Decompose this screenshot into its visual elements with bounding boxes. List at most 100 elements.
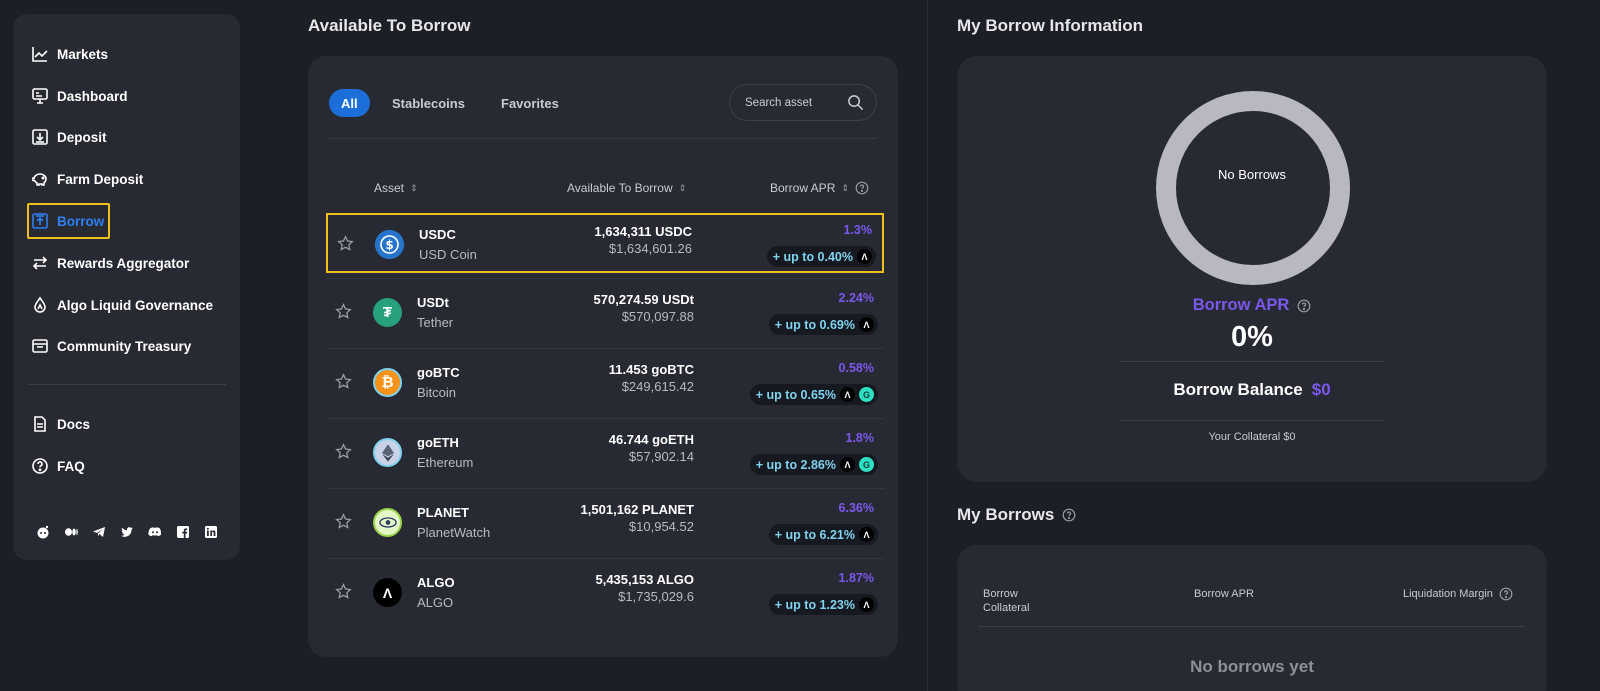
sidebar-item-label: Dashboard bbox=[57, 88, 128, 104]
info-divider bbox=[1120, 361, 1385, 362]
column-header-apr[interactable]: Borrow APR ⇕ bbox=[770, 181, 869, 195]
bitcoin-coin-icon: ₿ bbox=[373, 368, 402, 397]
reddit-icon[interactable] bbox=[35, 524, 50, 539]
my-borrows-divider bbox=[978, 626, 1525, 627]
sidebar-item-label: Rewards Aggregator bbox=[57, 255, 190, 271]
column-header-label: Liquidation Margin bbox=[1403, 588, 1493, 600]
social-links bbox=[35, 524, 218, 539]
boost-text: + up to 1.23% bbox=[774, 597, 855, 612]
deposit-icon bbox=[31, 128, 49, 146]
sidebar-item-label: Markets bbox=[57, 46, 109, 62]
twitter-icon[interactable] bbox=[119, 524, 134, 539]
search-input[interactable]: Search asset bbox=[729, 84, 877, 121]
boost-text: + up to 0.65% bbox=[755, 387, 836, 402]
monitor-icon bbox=[31, 87, 49, 105]
borrow-balance-label: Borrow Balance bbox=[1173, 380, 1303, 399]
table-row[interactable]: $ USDC USD Coin 1,634,311 USDC $1,634,60… bbox=[326, 213, 884, 273]
sort-icon: ⇕ bbox=[410, 182, 418, 193]
help-icon[interactable] bbox=[1062, 508, 1076, 522]
table-row[interactable]: PLANET PlanetWatch 1,501,162 PLANET $10,… bbox=[326, 493, 884, 553]
asset-name: Ethereum bbox=[417, 455, 474, 470]
linkedin-icon[interactable] bbox=[203, 524, 218, 539]
sidebar-item-algo-liquid-governance[interactable]: Algo Liquid Governance bbox=[31, 293, 213, 317]
table-row[interactable]: ₮ USDt Tether 570,274.59 USDt $570,097.8… bbox=[326, 283, 884, 343]
sidebar-item-farm-deposit[interactable]: Farm Deposit bbox=[31, 167, 143, 191]
help-icon[interactable] bbox=[1499, 587, 1513, 601]
borrow-apr: 1.3% bbox=[843, 223, 873, 237]
planetwatch-coin-icon bbox=[373, 508, 402, 537]
available-usd: $249,615.42 bbox=[621, 379, 694, 394]
available-amount: 1,501,162 PLANET bbox=[580, 502, 694, 517]
asset-name: Bitcoin bbox=[417, 385, 457, 400]
star-icon[interactable] bbox=[335, 303, 352, 320]
boost-text: + up to 6.21% bbox=[774, 527, 855, 542]
asset-symbol: USDt bbox=[417, 295, 449, 310]
star-icon[interactable] bbox=[335, 513, 352, 530]
column-header-label: Asset bbox=[374, 181, 405, 195]
available-title: Available To Borrow bbox=[308, 16, 471, 35]
borrow-apr: 1.87% bbox=[838, 571, 874, 585]
row-divider bbox=[326, 558, 884, 559]
reward-boost-badge: + up to 0.40% Λ bbox=[766, 246, 876, 267]
algo-coin-icon: Λ bbox=[373, 578, 402, 607]
column-header-asset[interactable]: Asset ⇕ bbox=[374, 181, 418, 195]
sidebar-item-dashboard[interactable]: Dashboard bbox=[31, 84, 128, 108]
sidebar-item-borrow[interactable]: Borrow bbox=[31, 209, 104, 233]
sidebar-item-community-treasury[interactable]: Community Treasury bbox=[31, 334, 191, 358]
tab-stablecoins[interactable]: Stablecoins bbox=[392, 89, 465, 117]
sidebar-item-deposit[interactable]: Deposit bbox=[31, 125, 107, 149]
facebook-icon[interactable] bbox=[175, 524, 190, 539]
tab-all[interactable]: All bbox=[329, 89, 370, 117]
search-icon bbox=[848, 95, 864, 111]
sidebar-item-docs[interactable]: Docs bbox=[31, 412, 90, 436]
search-placeholder: Search asset bbox=[745, 96, 813, 109]
borrow-apr-label: Borrow APR bbox=[957, 296, 1547, 315]
collateral-text: Your Collateral $0 bbox=[1208, 431, 1296, 443]
sidebar-item-markets[interactable]: Markets bbox=[31, 42, 108, 66]
column-header-available[interactable]: Available To Borrow ⇕ bbox=[567, 181, 686, 195]
card-divider bbox=[328, 138, 877, 139]
star-icon[interactable] bbox=[335, 443, 352, 460]
sidebar-item-faq[interactable]: FAQ bbox=[31, 454, 85, 478]
borrow-balance: Borrow Balance $0 bbox=[957, 380, 1547, 400]
borrow-icon bbox=[31, 212, 49, 230]
sidebar-item-rewards-aggregator[interactable]: Rewards Aggregator bbox=[31, 251, 189, 275]
reward-boost-badge: + up to 0.65% Λ G bbox=[749, 384, 878, 405]
column-header-liquidation-margin: Liquidation Margin bbox=[1403, 587, 1513, 601]
reward-boost-badge: + up to 6.21% Λ bbox=[768, 524, 878, 545]
table-row[interactable]: ₿ goBTC Bitcoin 11.453 goBTC $249,615.42… bbox=[326, 353, 884, 413]
gard-token-icon: G bbox=[859, 457, 874, 472]
sidebar-divider bbox=[28, 384, 226, 385]
treasury-box-icon bbox=[31, 337, 49, 355]
help-icon[interactable] bbox=[855, 181, 869, 195]
asset-name: USD Coin bbox=[419, 247, 477, 262]
borrow-balance-value: $0 bbox=[1311, 380, 1331, 399]
svg-text:$: $ bbox=[385, 238, 393, 252]
medium-icon[interactable] bbox=[63, 524, 78, 539]
available-amount: 1,634,311 USDC bbox=[594, 224, 692, 239]
available-amount: 5,435,153 ALGO bbox=[595, 572, 694, 587]
star-icon[interactable] bbox=[335, 583, 352, 600]
row-divider bbox=[326, 278, 884, 279]
telegram-icon[interactable] bbox=[91, 524, 106, 539]
star-icon[interactable] bbox=[335, 373, 352, 390]
ring-center-text: No Borrows bbox=[1218, 167, 1286, 182]
discord-icon[interactable] bbox=[147, 524, 162, 539]
available-card: All Stablecoins Favorites Search asset A… bbox=[308, 56, 898, 657]
column-header-borrow-collateral: Borrow Collateral bbox=[983, 587, 1029, 615]
column-header-label: Available To Borrow bbox=[567, 181, 673, 195]
sidebar-item-label: FAQ bbox=[57, 458, 85, 474]
available-usd: $570,097.88 bbox=[621, 309, 694, 324]
borrow-apr-value: 0% bbox=[1231, 321, 1273, 353]
row-divider bbox=[326, 488, 884, 489]
sort-icon: ⇕ bbox=[841, 182, 849, 193]
table-row[interactable]: Λ ALGO ALGO 5,435,153 ALGO $1,735,029.6 … bbox=[326, 563, 884, 623]
column-header-label: Collateral bbox=[983, 602, 1030, 614]
help-icon[interactable] bbox=[1297, 299, 1311, 313]
tab-favorites[interactable]: Favorites bbox=[501, 89, 559, 117]
star-icon[interactable] bbox=[337, 235, 354, 252]
row-divider bbox=[326, 418, 884, 419]
table-row[interactable]: goETH Ethereum 46.744 goETH $57,902.14 1… bbox=[326, 423, 884, 483]
available-usd: $1,634,601.26 bbox=[608, 241, 692, 256]
sidebar: Markets Dashboard Deposit Farm Deposit B… bbox=[13, 14, 240, 560]
